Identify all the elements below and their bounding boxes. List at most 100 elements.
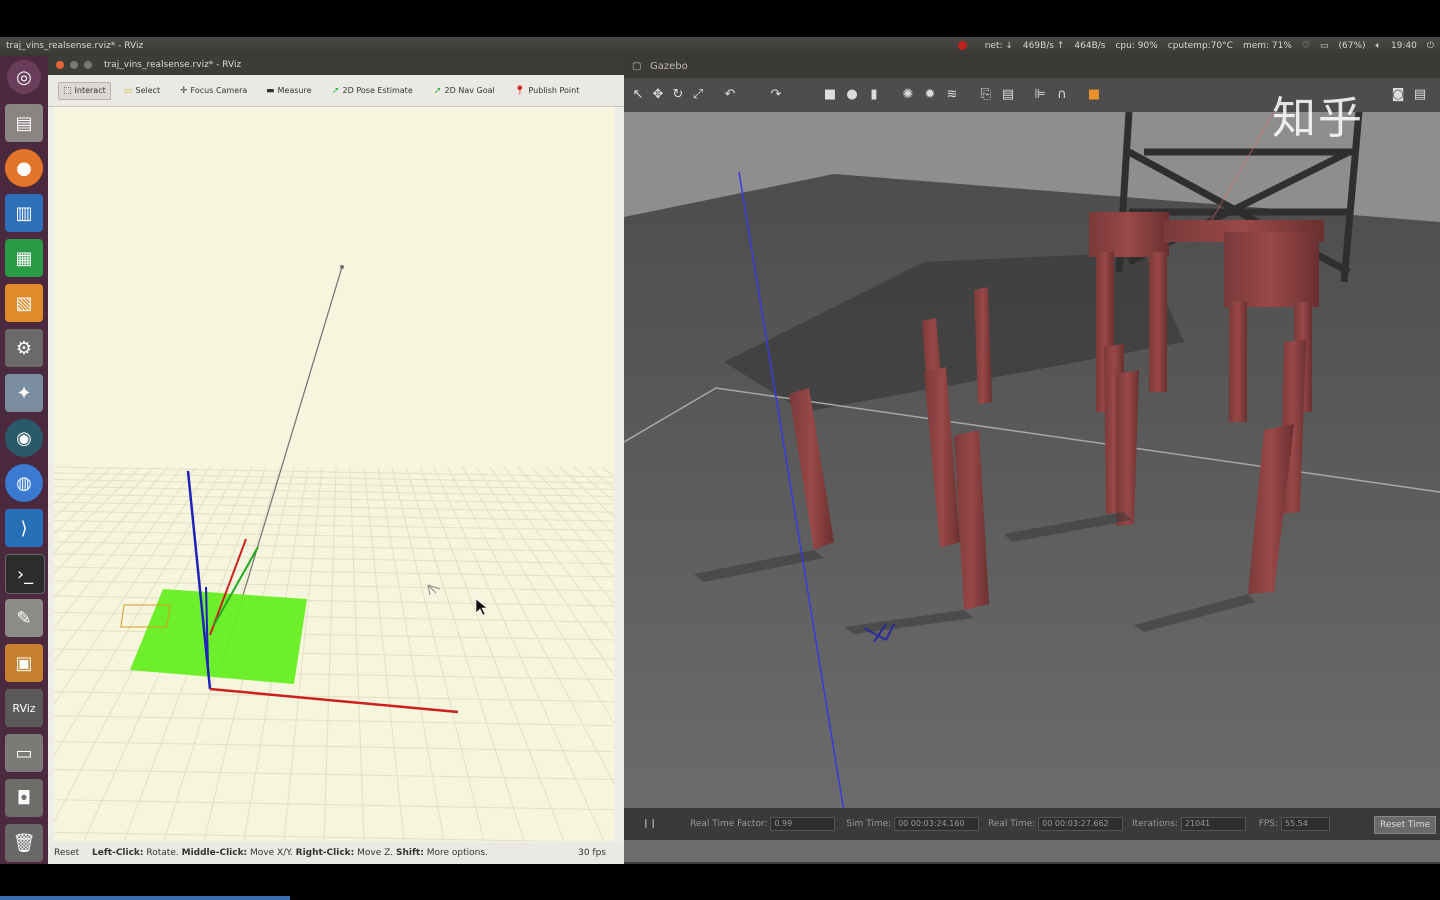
tool-select[interactable]: ▭ Select [124,83,160,99]
crosshair-icon: ✛ [180,86,188,96]
sim-time-value: 00 00:03:24.160 [894,816,980,831]
rtf-label: Real Time Factor: [689,819,768,829]
redo-icon[interactable]: ↷ [768,87,784,103]
gazebo-window: ▢ Gazebo ↖ ✥ ↻ ⤢ ↶ ↷ ■ ● ▮ ✺ ✹ ≋ ⎘ ▤ ⊫ ∩… [624,56,1440,864]
tweak-tool-icon[interactable]: ✦ [5,374,43,412]
power-icon[interactable]: ⏻ [1427,37,1434,56]
align-icon[interactable]: ⊫ [1032,87,1048,103]
close-icon[interactable] [56,61,64,69]
point-light-icon[interactable]: ✺ [900,87,916,103]
rviz-icon[interactable]: RViz [5,689,43,727]
rviz-toolbar: ⬚ Interact ▭ Select ✛ Focus Camera ▬ Measure… [48,75,624,107]
gazebo-titlebar: ▢ Gazebo [624,56,1440,78]
rviz-3d-viewport[interactable] [54,107,614,841]
letterbox-top [0,0,1440,37]
tool-interact[interactable]: ⬚ Interact [58,82,111,100]
copy-icon[interactable]: ⎘ [978,87,994,103]
select-icon: ▭ [124,86,133,96]
pause-icon[interactable]: ❙❙ [642,819,657,829]
tool-2d-nav-goal[interactable]: ➚ 2D Nav Goal [434,83,495,99]
fps-readout: 30 fps [578,848,606,858]
globe-icon[interactable]: ◉ [5,419,43,457]
rviz-status-bar: Reset Left-Click: Rotate. Middle-Click: … [48,843,624,864]
battery-icon[interactable]: ▭ [1320,37,1329,56]
cursor-icon: ⬚ [63,86,72,96]
letterbox-bottom [0,864,1440,900]
launcher: ◎ ▤ ● ▥ ▦ ▧ ⚙ ✦ ◉ ◍ ⟩ ›_ ✎ ▣ RViz ▭ ◘ 🗑︎ [0,56,48,864]
gazebo-3d-scene[interactable] [624,112,1440,862]
record-icon[interactable]: ■ [1086,87,1102,103]
gazebo-status-bar: ❙❙ Real Time Factor: 0.99 Sim Time: 00 0… [624,808,1440,840]
maximize-icon[interactable] [84,61,92,69]
zhihu-watermark: 知乎 [1272,93,1364,144]
scale-icon[interactable]: ⤢ [690,87,706,103]
firefox-icon[interactable]: ● [5,149,43,187]
calc-icon[interactable]: ▦ [5,239,43,277]
rviz-window: traj_vins_realsense.rviz* - RViz ⬚ Intera… [48,56,624,864]
bottom-progress-strip [0,896,290,900]
net-label: net: ↓ [984,41,1013,51]
rviz-scene [54,265,614,841]
tool-2d-pose-estimate[interactable]: ➚ 2D Pose Estimate [332,83,413,99]
net-down: 469B/s ↑ [1022,41,1065,51]
settings-icon[interactable]: ⚙ [5,329,43,367]
sphere-shape-icon[interactable]: ● [844,87,860,103]
text-editor-icon[interactable]: ✎ [5,599,43,637]
system-tray: net: ↓ 469B/s ↑ 464B/s cpu: 90% cputemp:… [957,37,1434,56]
sim-time-label: Sim Time: [846,819,892,829]
directional-light-icon[interactable]: ≋ [944,87,960,103]
tool-focus-camera[interactable]: ✛ Focus Camera [180,83,247,99]
snap-icon[interactable]: ∩ [1054,87,1070,103]
hint-left-click: Left-Click: [92,848,144,858]
rtf-value: 0.99 [770,816,836,831]
log-icon[interactable]: ▤ [1412,87,1428,103]
impress-icon[interactable]: ▧ [5,284,43,322]
gazebo-window-button-icon[interactable]: ▢ [632,56,641,78]
cpu-temp: cputemp:70°C [1167,41,1233,51]
record-indicator-icon[interactable] [957,37,975,56]
cylinder-shape-icon[interactable]: ▮ [866,87,882,103]
translate-icon[interactable]: ✥ [650,87,666,103]
files-icon[interactable]: ▤ [5,104,43,142]
trajectory-end-point [340,265,344,269]
paste-icon[interactable]: ▤ [1000,87,1016,103]
iterations-value: 21041 [1180,816,1246,831]
gazebo-title: Gazebo [650,61,688,72]
memory-usage: mem: 71% [1242,41,1292,51]
mail-icon[interactable]: ◍ [5,464,43,502]
gz-fps-value: 55.54 [1280,816,1330,831]
axis-x-large [209,687,459,714]
rotate-icon[interactable]: ↻ [670,87,686,103]
drive-icon[interactable]: ▭ [5,734,43,772]
minimize-icon[interactable] [70,61,78,69]
tool-publish-point[interactable]: 📍︎ Publish Point [514,83,579,99]
writer-icon[interactable]: ▥ [5,194,43,232]
terminal-icon[interactable]: ›_ [5,554,45,594]
trash-icon[interactable]: 🗑︎ [5,824,43,862]
arrow-green-icon: ➚ [332,86,340,96]
hint-middle-click: Middle-Click: [181,848,248,858]
tool-measure[interactable]: ▬ Measure [266,83,312,99]
heart-icon[interactable]: ♡ [1302,37,1310,56]
clock[interactable]: 19:40 [1391,37,1417,56]
iterations-label: Iterations: [1132,819,1178,829]
volume-icon[interactable]: 🔈︎ [1376,37,1381,56]
vscode-icon[interactable]: ⟩ [5,509,43,547]
battery-percent: (67%) [1338,41,1366,51]
box-shape-icon[interactable]: ■ [822,87,838,103]
system-top-bar: traj_vins_realsense.rviz* - RViz net: ↓ … [0,37,1440,56]
screenshot-icon[interactable]: ◙ [1390,87,1406,103]
spot-light-icon[interactable]: ✹ [922,87,938,103]
reset-time-button[interactable]: Reset Time [1373,816,1436,834]
screenshot-icon[interactable]: ◘ [5,779,43,817]
rviz-title: traj_vins_realsense.rviz* - RViz [104,60,242,70]
select-arrow-icon[interactable]: ↖ [630,87,646,103]
cpu-usage: cpu: 90% [1115,41,1158,51]
package-box-icon[interactable]: ▣ [5,644,43,682]
undo-icon[interactable]: ↶ [722,87,738,103]
gz-fps-label: FPS: [1258,819,1279,829]
mouse-cursor-icon [475,598,488,616]
reset-button[interactable]: Reset [54,848,79,858]
ubuntu-logo-icon[interactable]: ◎ [7,60,41,94]
gazebo-scene-render [624,112,1440,862]
